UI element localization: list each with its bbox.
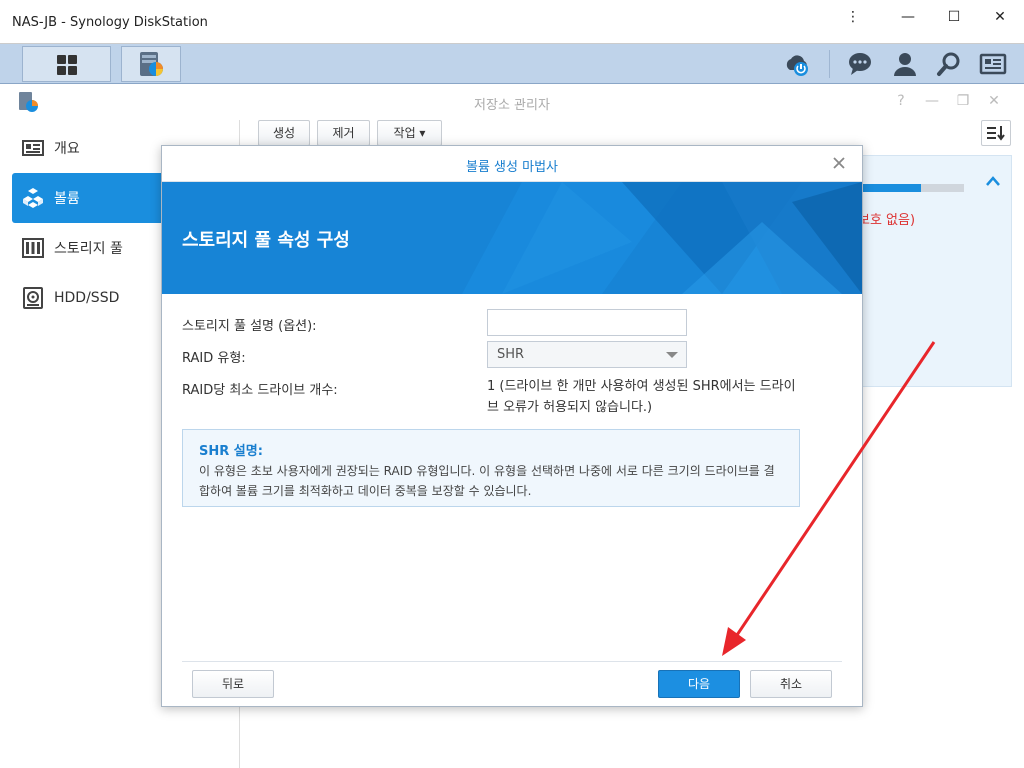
os-minimize-button[interactable]: — — [894, 6, 922, 28]
taskbar-separator — [829, 50, 830, 78]
remove-button[interactable]: 제거 — [317, 120, 370, 146]
main-menu-button[interactable] — [22, 46, 111, 82]
info-title: SHR 설명: — [199, 444, 263, 459]
chat-icon[interactable] — [846, 50, 874, 78]
min-drives-value: 1 (드라이브 한 개만 사용하여 생성된 SHR에서는 드라이브 오류가 허용… — [487, 379, 796, 415]
dialog-titlebar: 볼륨 생성 마법사 — [162, 146, 862, 182]
description-input[interactable] — [487, 309, 687, 336]
window-minimize-button[interactable]: — — [923, 92, 941, 110]
sidebar-item-label: HDD/SSD — [54, 290, 120, 306]
volume-icon — [23, 188, 43, 208]
window-close-button[interactable]: ✕ — [985, 92, 1003, 110]
os-maximize-button[interactable]: ☐ — [940, 6, 968, 28]
chevron-up-icon[interactable] — [984, 174, 1002, 188]
storage-pool-icon — [22, 238, 44, 258]
volume-status-text: 보호 없음) — [858, 213, 916, 228]
dsm-taskbar — [0, 44, 1024, 84]
raid-type-select[interactable]: SHR — [487, 341, 687, 368]
next-button[interactable]: 다음 — [658, 670, 740, 698]
raid-type-label: RAID 유형: — [182, 351, 246, 366]
back-button[interactable]: 뒤로 — [192, 670, 274, 698]
overview-icon — [22, 140, 44, 156]
volume-usage-fill — [862, 184, 922, 192]
window-title: 저장소 관리자 — [474, 98, 550, 113]
sidebar-item-label: 볼륨 — [54, 191, 80, 207]
user-icon[interactable] — [891, 50, 919, 78]
storage-manager-taskbar-button[interactable] — [121, 46, 181, 82]
shr-info-box: SHR 설명: 이 유형은 초보 사용자에게 권장되는 RAID 유형입니다. … — [182, 429, 800, 507]
sort-descending-icon — [987, 126, 1005, 141]
create-button[interactable]: 생성 — [258, 120, 310, 146]
action-menu-button[interactable]: 작업 ▾ — [377, 120, 442, 146]
os-menu-button[interactable]: ⋮ — [839, 6, 867, 28]
cloud-power-icon[interactable] — [783, 50, 811, 78]
footer-divider — [182, 661, 842, 662]
min-drives-label: RAID당 최소 드라이브 개수: — [182, 383, 338, 398]
hdd-icon — [23, 287, 43, 309]
close-icon[interactable] — [830, 154, 848, 172]
search-icon[interactable] — [935, 50, 963, 78]
volume-wizard-dialog: 볼륨 생성 마법사 스토리지 풀 속성 구성 스토리지 풀 설명 (옵션): R… — [161, 145, 863, 707]
cancel-button[interactable]: 취소 — [750, 670, 832, 698]
sidebar-item-label: 스토리지 풀 — [54, 241, 123, 257]
help-button[interactable]: ? — [892, 92, 910, 110]
grid-icon — [57, 55, 77, 75]
os-close-button[interactable]: ✕ — [986, 6, 1014, 28]
os-window-title: NAS-JB - Synology DiskStation — [12, 15, 208, 30]
dialog-title: 볼륨 생성 마법사 — [466, 160, 558, 175]
info-text: 이 유형은 초보 사용자에게 권장되는 RAID 유형입니다. 이 유형을 선택… — [199, 464, 775, 498]
os-titlebar: NAS-JB - Synology DiskStation ⋮ — ☐ ✕ — [0, 0, 1024, 44]
widgets-icon[interactable] — [979, 50, 1007, 78]
window-restore-button[interactable]: ❐ — [954, 92, 972, 110]
raid-type-value: SHR — [497, 347, 525, 362]
chevron-down-icon — [666, 352, 678, 358]
storage-manager-icon — [140, 52, 163, 76]
volume-usage-bar — [862, 184, 964, 192]
description-label: 스토리지 풀 설명 (옵션): — [182, 319, 317, 334]
sort-button[interactable] — [981, 120, 1011, 146]
sidebar-item-label: 개요 — [54, 141, 80, 157]
window-header: 저장소 관리자 ? — ❐ ✕ — [0, 84, 1024, 120]
wizard-step-title: 스토리지 풀 속성 구성 — [182, 230, 350, 251]
wizard-banner: 스토리지 풀 속성 구성 — [162, 182, 862, 294]
